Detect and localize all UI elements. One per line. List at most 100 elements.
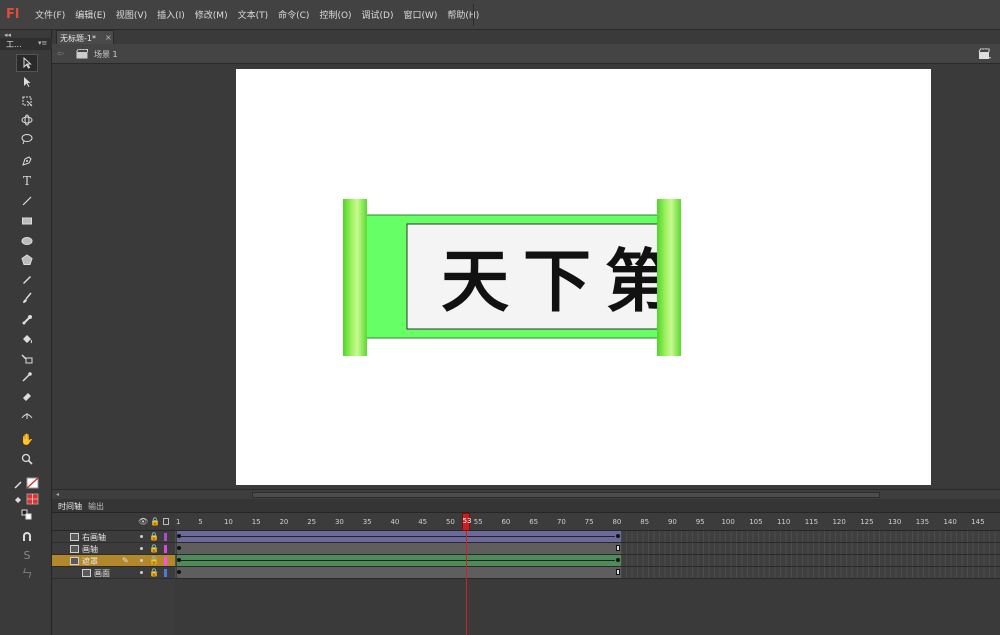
layer-row[interactable]: 画轴 🔒 (52, 543, 175, 555)
visibility-toggle[interactable] (140, 535, 143, 538)
document-tab[interactable]: 无标题-1* × (56, 30, 114, 44)
app-logo: Fl (6, 7, 20, 22)
menu-debug[interactable]: 调试(D) (357, 8, 399, 21)
tween-span[interactable] (177, 531, 621, 542)
stage-canvas[interactable]: 天下第 (236, 69, 931, 485)
menu-edit[interactable]: 编辑(E) (70, 8, 111, 21)
visibility-toggle[interactable] (140, 571, 143, 574)
scroll-thumb[interactable] (252, 492, 880, 498)
visibility-toggle[interactable] (140, 547, 143, 550)
free-transform-tool[interactable] (16, 92, 38, 110)
brush-tool[interactable] (16, 289, 38, 307)
pen-tool[interactable] (16, 152, 38, 170)
layer-icon (70, 533, 79, 541)
magnifier-icon (21, 453, 33, 465)
keyframe[interactable] (177, 570, 181, 574)
scroll-left-arrow-icon[interactable]: ◂ (56, 491, 59, 498)
menu-help[interactable]: 帮助(H) (442, 8, 484, 21)
bone-tool[interactable] (16, 311, 38, 329)
frame-track[interactable] (175, 567, 1000, 579)
scene-clapper-icon (76, 49, 88, 59)
eraser-tool[interactable] (16, 387, 38, 405)
static-frame-span[interactable] (177, 567, 621, 578)
frame-ruler[interactable]: 1 5 10 15 20 25 30 35 40 45 50 55 60 65 70 75 80 85 90 95 10… (175, 513, 1000, 531)
back-arrow-icon[interactable]: ⇦ (57, 49, 64, 58)
mask-layer-icon (70, 557, 79, 565)
rectangle-tool[interactable] (16, 212, 38, 230)
horizontal-scrollbar[interactable]: ◂ (52, 489, 1000, 499)
keyframe[interactable] (177, 546, 181, 550)
layer-outline-color[interactable] (164, 569, 167, 577)
tween-arrow (181, 536, 615, 537)
fill-color-swatch-icon (15, 493, 39, 505)
layer-name[interactable]: 画轴 (82, 544, 98, 555)
end-frame[interactable] (616, 569, 621, 575)
frame-track[interactable] (175, 543, 1000, 555)
menu-file[interactable]: 文件(F) (30, 8, 70, 21)
lasso-tool[interactable] (16, 130, 38, 148)
tween-span[interactable] (177, 555, 621, 566)
menu-modify[interactable]: 修改(M) (190, 8, 233, 21)
layer-outline-color[interactable] (164, 545, 167, 553)
visibility-toggle[interactable] (140, 559, 143, 562)
3d-rotation-tool[interactable] (16, 111, 38, 129)
eyedropper-tool[interactable] (16, 368, 38, 386)
text-tool[interactable]: T (16, 172, 38, 190)
layer-outline-color[interactable] (164, 533, 167, 541)
smooth-button[interactable]: S (16, 546, 38, 564)
frame-track[interactable] (175, 555, 1000, 567)
frame-track[interactable] (175, 531, 1000, 543)
close-icon[interactable]: × (105, 33, 112, 42)
eye-icon[interactable]: 👁 (138, 517, 148, 526)
straighten-icon: ㄣ (21, 567, 33, 580)
frame-number-label: 140 (943, 518, 957, 526)
layer-name[interactable]: 右画轴 (82, 532, 106, 543)
scroll-painting-artwork[interactable]: 天下第 (236, 69, 931, 485)
swap-colors-button[interactable] (16, 506, 38, 524)
zoom-tool[interactable] (16, 450, 38, 468)
menu-window[interactable]: 窗口(W) (399, 8, 443, 21)
ink-bottle-tool[interactable] (16, 349, 38, 367)
keyframe[interactable] (177, 534, 181, 538)
keyframe[interactable] (177, 558, 181, 562)
menu-view[interactable]: 视图(V) (111, 8, 152, 21)
subselection-tool[interactable] (16, 73, 38, 91)
polystar-tool[interactable] (16, 251, 38, 269)
menu-control[interactable]: 控制(O) (314, 8, 356, 21)
oval-tool[interactable] (16, 232, 38, 250)
layer-name[interactable]: 遮罩 (82, 556, 98, 567)
layer-row[interactable]: 遮罩 ✎ 🔒 (52, 555, 175, 567)
layer-name[interactable]: 画面 (94, 568, 110, 579)
layer-lock-icon[interactable]: 🔒 (149, 544, 159, 553)
scene-label[interactable]: 场景 1 (94, 49, 118, 60)
tab-output[interactable]: 输出 (88, 501, 104, 512)
end-frame[interactable] (616, 545, 621, 551)
stage-area: 天下第 (52, 64, 1000, 489)
layer-lock-icon[interactable]: 🔒 (149, 568, 159, 577)
layer-row[interactable]: 画面 🔒 (52, 567, 175, 579)
width-tool[interactable] (16, 406, 38, 424)
layer-lock-icon[interactable]: 🔒 (149, 532, 159, 541)
outline-icon[interactable] (163, 518, 169, 525)
menu-text[interactable]: 文本(T) (233, 8, 274, 21)
static-frame-span[interactable] (177, 543, 621, 554)
panel-menu-icon[interactable]: ▾≡ (38, 39, 47, 47)
layer-row[interactable]: 右画轴 🔒 (52, 531, 175, 543)
layer-lock-icon[interactable]: 🔒 (149, 556, 159, 565)
playhead[interactable]: 53 (461, 513, 472, 531)
selection-tool[interactable] (16, 54, 38, 72)
tab-timeline[interactable]: 时间轴 (58, 501, 82, 512)
snap-to-objects-button[interactable] (16, 528, 38, 546)
straighten-button[interactable]: ㄣ (16, 564, 38, 582)
menu-commands[interactable]: 命令(C) (273, 8, 314, 21)
lock-icon[interactable]: 🔒 (150, 517, 160, 526)
edit-scene-icon[interactable] (978, 48, 992, 60)
frames-area[interactable] (175, 531, 1000, 635)
menu-insert[interactable]: 插入(I) (152, 8, 190, 21)
document-tab-label: 无标题-1* (60, 34, 96, 43)
paint-bucket-tool[interactable] (16, 330, 38, 348)
line-tool[interactable] (16, 192, 38, 210)
pencil-tool[interactable] (16, 270, 38, 288)
layer-outline-color[interactable] (164, 557, 167, 565)
hand-tool[interactable]: ✋ (16, 430, 38, 448)
